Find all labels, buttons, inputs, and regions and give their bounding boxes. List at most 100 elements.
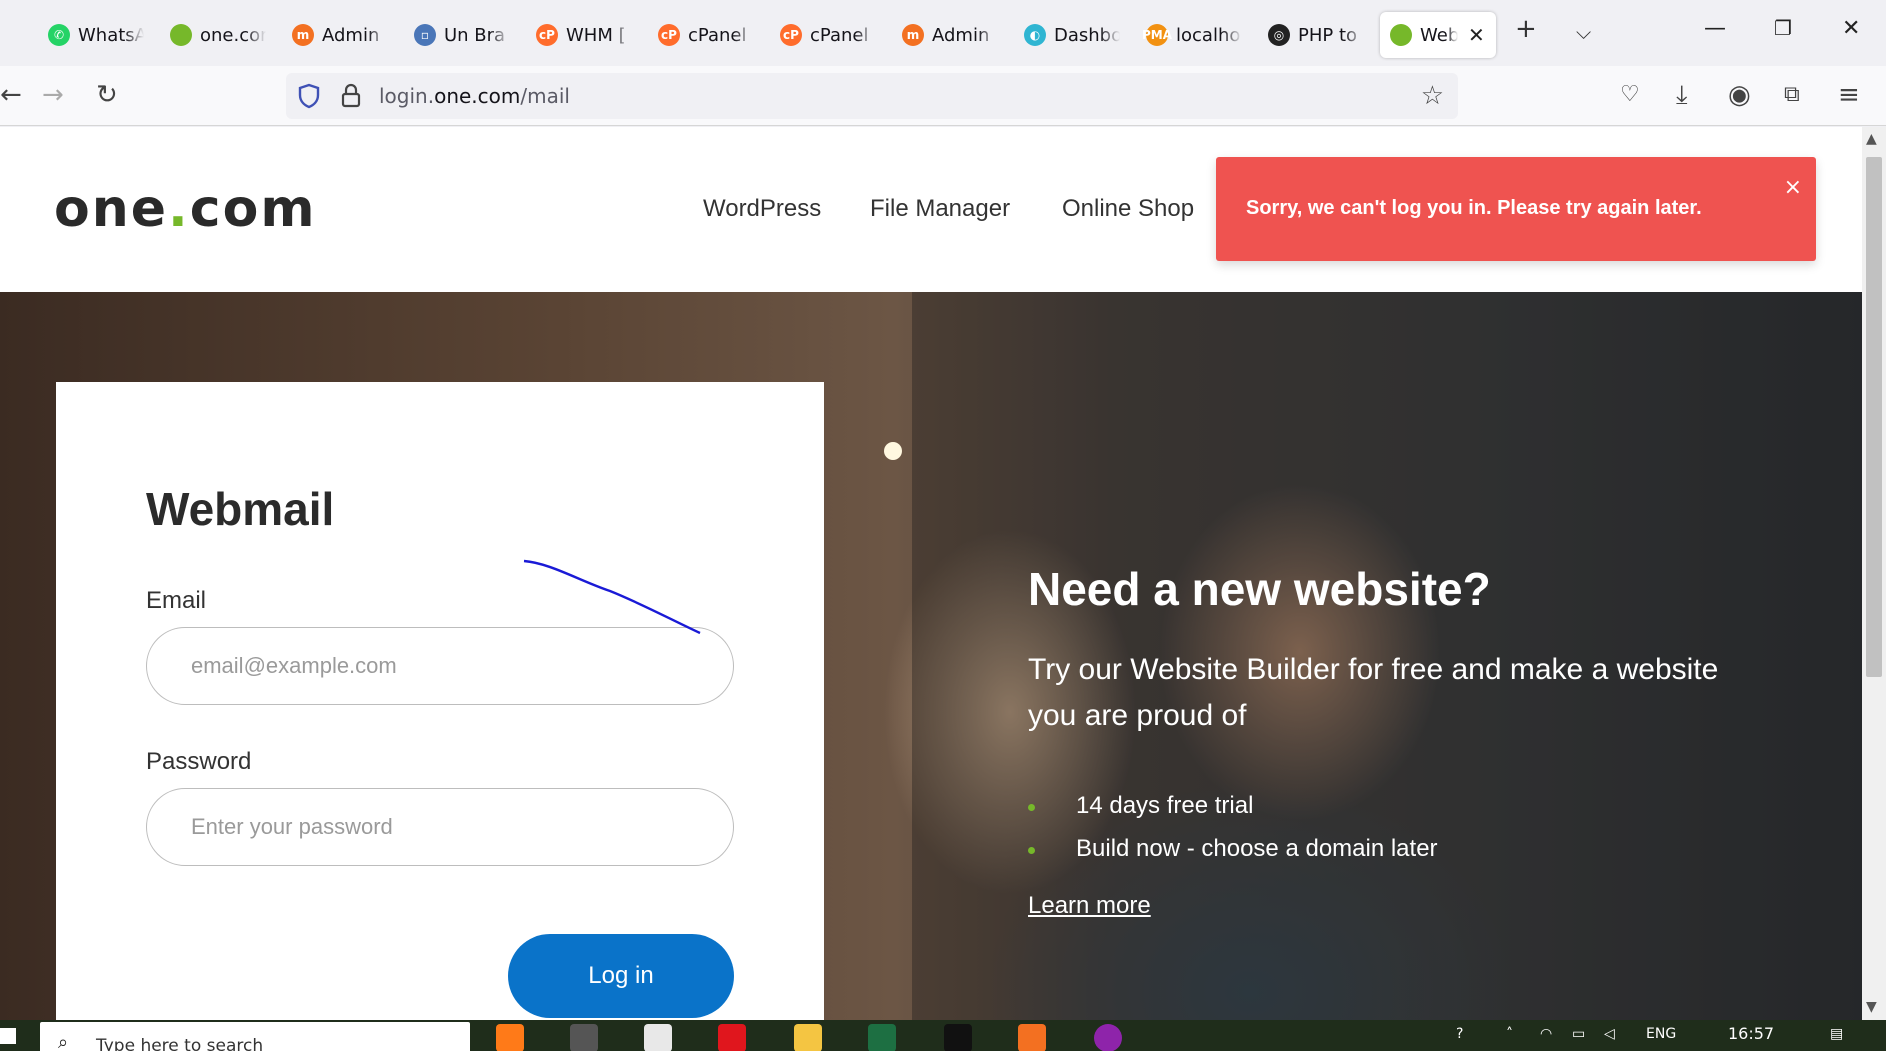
start-button-icon[interactable] bbox=[0, 1028, 16, 1044]
reload-icon[interactable]: ↻ bbox=[96, 80, 118, 110]
tab-favicon-icon: cP bbox=[780, 24, 802, 46]
page-scrollbar[interactable]: ▲ ▼ bbox=[1862, 127, 1886, 1020]
terminal-taskbar-icon[interactable] bbox=[944, 1024, 972, 1051]
tab[interactable]: ▫ Un Bra bbox=[404, 12, 522, 58]
file-explorer-taskbar-icon[interactable] bbox=[794, 1024, 822, 1051]
tab-label: localho bbox=[1176, 24, 1241, 46]
help-icon[interactable]: ? bbox=[1456, 1026, 1463, 1042]
downloads-icon[interactable]: ⤓ bbox=[1676, 80, 1688, 111]
email-field[interactable] bbox=[146, 627, 734, 705]
tab[interactable]: one.cor bbox=[160, 12, 278, 58]
tab-active[interactable]: Web ✕ bbox=[1380, 12, 1496, 58]
forward-icon[interactable]: → bbox=[42, 80, 64, 110]
tab-label: WhatsA bbox=[78, 24, 144, 46]
firefox-taskbar-icon[interactable] bbox=[496, 1024, 524, 1051]
tab[interactable]: m Admin bbox=[892, 12, 1010, 58]
tab-strip: ✆ WhatsA one.cor m Admin ▫ Un Bra cP WHM [cP cPan… bbox=[0, 0, 1886, 66]
tab[interactable]: cP cPanel bbox=[770, 12, 888, 58]
tab-label: cPanel bbox=[688, 24, 747, 46]
tracking-protection-icon[interactable] bbox=[298, 83, 320, 109]
language-indicator[interactable]: ENG bbox=[1646, 1026, 1676, 1042]
taskbar-search-placeholder: Type here to search bbox=[96, 1036, 264, 1051]
error-toast: Sorry, we can't log you in. Please try a… bbox=[1216, 157, 1816, 261]
tab[interactable]: cP cPanel bbox=[648, 12, 766, 58]
wifi-icon[interactable]: ◠ bbox=[1540, 1026, 1552, 1042]
menu-icon[interactable]: ≡ bbox=[1838, 80, 1860, 110]
volume-icon[interactable]: ◁ bbox=[1604, 1026, 1615, 1042]
address-bar[interactable]: login.one.com/mail ☆ bbox=[286, 73, 1458, 119]
window-close-icon[interactable]: ✕ bbox=[1842, 16, 1860, 41]
app-purple-taskbar-icon[interactable] bbox=[1094, 1024, 1122, 1051]
error-toast-message: Sorry, we can't log you in. Please try a… bbox=[1246, 197, 1702, 219]
extensions-icon[interactable]: ⧉ bbox=[1784, 82, 1800, 107]
bullet-dot-icon bbox=[1028, 804, 1035, 811]
tab[interactable]: ✆ WhatsA bbox=[38, 12, 156, 58]
scroll-thumb[interactable] bbox=[1866, 157, 1882, 677]
windows-taskbar: ⌕ Type here to search ? ˄ ◠ ▭ ◁ ENG 16:5… bbox=[0, 1020, 1886, 1051]
taskbar-search[interactable]: ⌕ Type here to search bbox=[40, 1022, 470, 1051]
app-taskbar-icon[interactable] bbox=[570, 1024, 598, 1051]
tab-label: Dashbo bbox=[1054, 24, 1120, 46]
login-button[interactable]: Log in bbox=[508, 934, 734, 1018]
minimize-icon[interactable]: — bbox=[1704, 16, 1726, 41]
menu-online-shop[interactable]: Online Shop bbox=[1062, 195, 1194, 223]
notifications-icon[interactable]: ▤ bbox=[1830, 1026, 1843, 1042]
hero-section: Webmail Email Password Log in Need a new… bbox=[0, 292, 1862, 1020]
menu-file-manager[interactable]: File Manager bbox=[870, 195, 1010, 223]
tab-favicon-icon: PMA bbox=[1142, 24, 1172, 46]
scroll-up-icon[interactable]: ▲ bbox=[1866, 131, 1877, 147]
clock[interactable]: 16:57 bbox=[1728, 1024, 1774, 1043]
url-subdomain: login. bbox=[379, 84, 435, 108]
tab-favicon-icon: ◐ bbox=[1024, 24, 1046, 46]
tab[interactable]: ◎ PHP to bbox=[1258, 12, 1376, 58]
new-tab-button[interactable]: + bbox=[1515, 14, 1537, 44]
tab-favicon-icon bbox=[1390, 24, 1412, 46]
navigation-toolbar: ← → ↻ login.one.com/mail ☆ ♡ ⤓ ◉ ⧉ ≡ bbox=[0, 66, 1886, 126]
notepad-taskbar-icon[interactable] bbox=[644, 1024, 672, 1051]
list-tabs-icon[interactable]: ⌵ bbox=[1576, 20, 1591, 44]
tab[interactable]: PMA localho bbox=[1136, 12, 1254, 58]
tab-label: PHP to bbox=[1298, 24, 1358, 46]
tab-label: Web bbox=[1420, 24, 1458, 46]
filezilla-taskbar-icon[interactable] bbox=[718, 1024, 746, 1051]
battery-icon[interactable]: ▭ bbox=[1572, 1026, 1585, 1042]
web-page: one.com WordPress File Manager Online Sh… bbox=[0, 127, 1862, 1020]
account-icon[interactable]: ◉ bbox=[1728, 80, 1751, 110]
site-header: one.com WordPress File Manager Online Sh… bbox=[0, 127, 1862, 292]
url-domain: one.com bbox=[434, 84, 521, 108]
tab[interactable]: ◐ Dashbo bbox=[1014, 12, 1132, 58]
promo-bullets: 14 days free trial Build now - choose a … bbox=[1028, 792, 1438, 878]
tab-favicon-icon: m bbox=[902, 24, 924, 46]
tab-favicon-icon: m bbox=[292, 24, 314, 46]
hero-lamp-highlight bbox=[884, 442, 902, 460]
tab-favicon-icon: cP bbox=[658, 24, 680, 46]
menu-wordpress[interactable]: WordPress bbox=[703, 195, 821, 223]
tab-favicon-icon: ▫ bbox=[414, 24, 436, 46]
tab-favicon-icon bbox=[170, 24, 192, 46]
tab-close-icon[interactable]: ✕ bbox=[1468, 23, 1485, 47]
scroll-down-icon[interactable]: ▼ bbox=[1866, 999, 1877, 1015]
learn-more-link[interactable]: Learn more bbox=[1028, 892, 1151, 920]
tab[interactable]: m Admin bbox=[282, 12, 400, 58]
promo-bullet: 14 days free trial bbox=[1028, 792, 1438, 835]
tab-label: Un Bra bbox=[444, 24, 506, 46]
url-text[interactable]: login.one.com/mail bbox=[379, 84, 570, 108]
promo-title: Need a new website? bbox=[1028, 563, 1491, 615]
excel-taskbar-icon[interactable] bbox=[868, 1024, 896, 1051]
one-com-logo[interactable]: one.com bbox=[54, 179, 317, 239]
password-field[interactable] bbox=[146, 788, 734, 866]
tray-chevron-icon[interactable]: ˄ bbox=[1506, 1026, 1513, 1042]
restore-icon[interactable]: ❐ bbox=[1774, 16, 1792, 40]
xampp-taskbar-icon[interactable] bbox=[1018, 1024, 1046, 1051]
login-title: Webmail bbox=[146, 483, 335, 535]
tab[interactable]: cP WHM [ bbox=[526, 12, 644, 58]
tab-favicon-icon: ◎ bbox=[1268, 24, 1290, 46]
password-label: Password bbox=[146, 748, 252, 775]
back-icon[interactable]: ← bbox=[0, 80, 22, 110]
bookmark-star-icon[interactable]: ☆ bbox=[1421, 81, 1444, 111]
pocket-icon[interactable]: ♡ bbox=[1620, 82, 1640, 107]
tab-label: Admin bbox=[322, 24, 380, 46]
toast-close-icon[interactable]: × bbox=[1784, 175, 1802, 200]
lock-icon[interactable] bbox=[341, 83, 361, 109]
tab-label: one.cor bbox=[200, 24, 266, 46]
